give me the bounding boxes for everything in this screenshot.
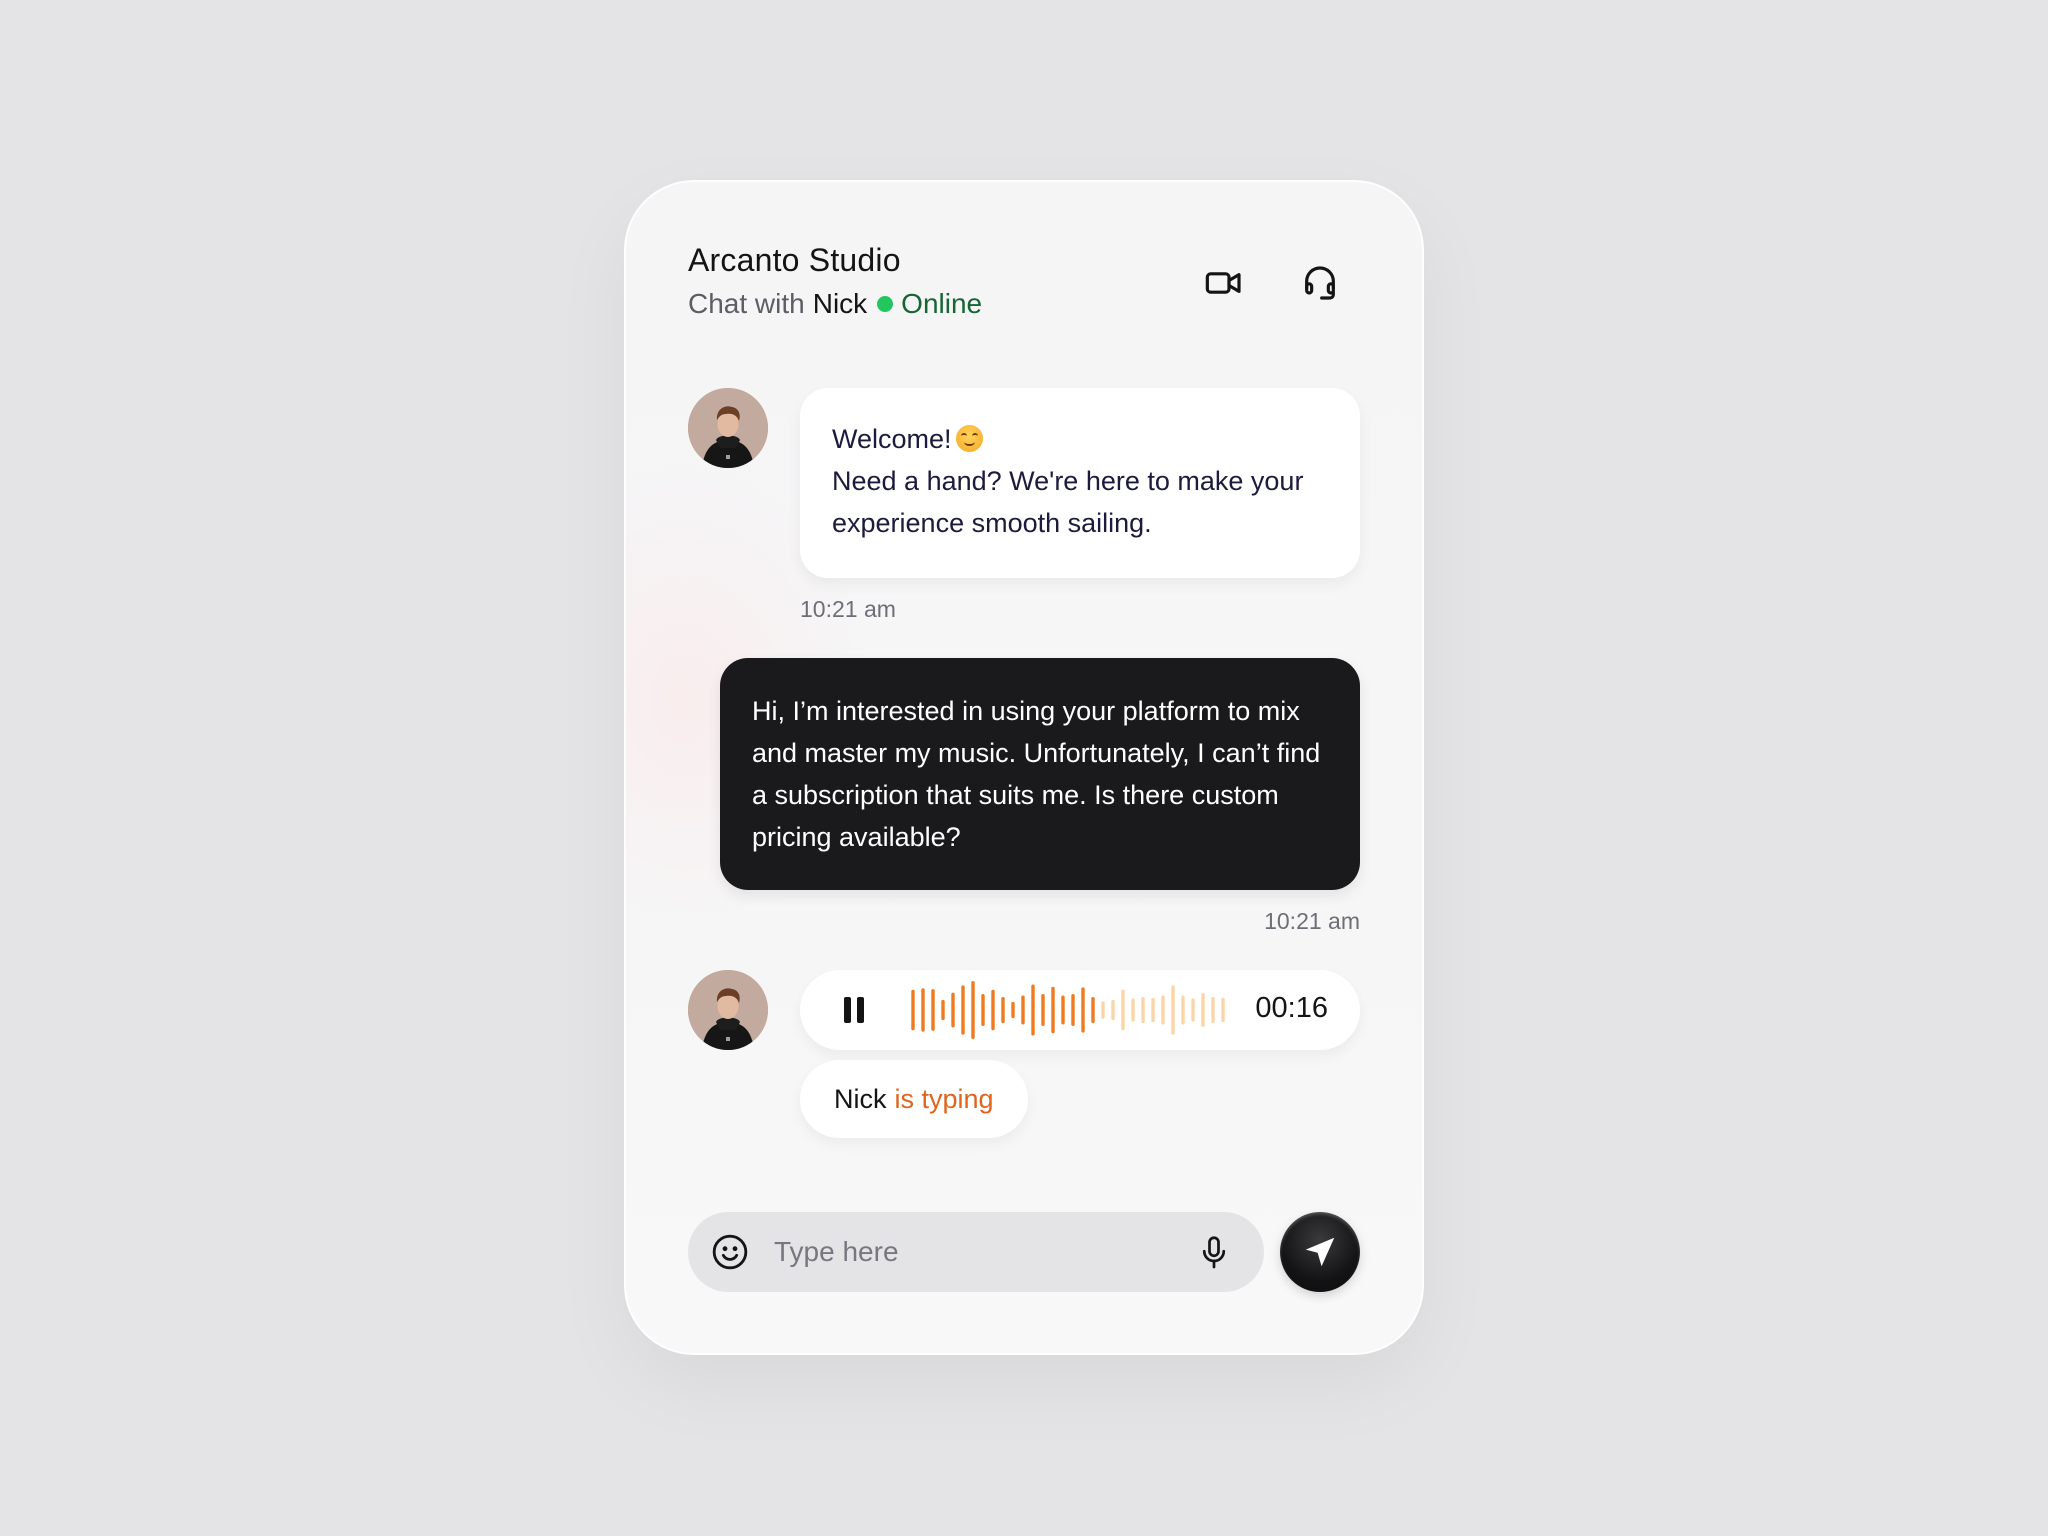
waveform-bar-unplayed (1211, 996, 1215, 1024)
waveform-bar-unplayed (1161, 995, 1165, 1025)
waveform-bar-played (1041, 994, 1045, 1026)
online-status-label: Online (901, 288, 983, 319)
message-bubble-incoming: Welcome! Need a hand? We're here to make… (800, 388, 1360, 578)
subtitle-prefix: Chat with (688, 288, 805, 319)
contact-name: Nick (812, 288, 868, 319)
waveform-bar-played (951, 992, 955, 1028)
smiley-icon (712, 1234, 748, 1270)
waveform-bar-played (931, 989, 935, 1031)
waveform-bar-played (1051, 986, 1055, 1034)
send-arrow-icon (1305, 1237, 1335, 1267)
waveform-bar-played (991, 989, 995, 1031)
waveform-bar-played (981, 994, 985, 1026)
send-button[interactable] (1280, 1212, 1360, 1292)
waveform-bar-played (971, 981, 975, 1039)
waveform-bar-unplayed (1181, 995, 1185, 1025)
message-body: Hi, I’m interested in using your platfor… (752, 696, 1321, 852)
avatar-nick[interactable] (688, 388, 768, 468)
avatar-nick[interactable] (688, 970, 768, 1050)
message-bubble-outgoing: Hi, I’m interested in using your platfor… (720, 658, 1360, 890)
voice-duration: 00:16 (1255, 992, 1328, 1024)
waveform-bar-unplayed (1171, 985, 1175, 1035)
waveform-bar-played (1091, 996, 1095, 1024)
message-text: Welcome! Need a hand? We're here to make… (832, 418, 1342, 544)
pause-button[interactable] (834, 990, 874, 1030)
waveform-bar-played (941, 999, 945, 1021)
waveform-bar-played (961, 985, 965, 1035)
waveform-bar-unplayed (1151, 997, 1155, 1023)
waveform-bar-played (1031, 984, 1035, 1036)
online-status-dot (877, 296, 894, 312)
waveform-bar-unplayed (1201, 993, 1205, 1027)
typing-name: Nick (834, 1083, 887, 1114)
voice-record-button[interactable] (1192, 1230, 1236, 1274)
waveform-bar-unplayed (1221, 997, 1225, 1023)
headset-icon (1305, 266, 1335, 300)
waveform-bar-unplayed (1191, 998, 1195, 1022)
microphone-icon (1202, 1236, 1226, 1269)
audio-waveform[interactable] (908, 980, 1228, 1040)
waveform-bar-played (921, 988, 925, 1032)
smiling-face-emoji-icon (955, 425, 983, 452)
message-timestamp: 10:21 am (800, 596, 896, 622)
message-greeting: Welcome! (832, 424, 952, 454)
waveform-bar-unplayed (1101, 1001, 1105, 1019)
message-body: Need a hand? We're here to make your exp… (832, 466, 1304, 538)
pause-icon-bar (844, 997, 851, 1023)
waveform-bar-unplayed (1111, 999, 1115, 1021)
video-call-button[interactable] (1194, 253, 1254, 313)
avatar-image (688, 388, 768, 468)
waveform-bar-played (1011, 1001, 1015, 1019)
support-call-button[interactable] (1290, 253, 1350, 313)
message-input[interactable] (774, 1236, 1192, 1268)
video-camera-icon (1205, 272, 1241, 294)
waveform-bar-unplayed (1141, 996, 1145, 1024)
chat-widget: Arcanto Studio Chat with Nick Online Wel… (624, 180, 1424, 1355)
waveform-bar-unplayed (1121, 989, 1125, 1031)
waveform-bar-unplayed (1131, 998, 1135, 1022)
waveform-bar-played (1001, 996, 1005, 1024)
waveform-bar-played (911, 989, 915, 1031)
emoji-button[interactable] (708, 1230, 752, 1274)
message-composer (688, 1212, 1264, 1292)
waveform-bar-played (1021, 995, 1025, 1025)
avatar-image (688, 970, 768, 1050)
waveform-bar-played (1071, 994, 1075, 1026)
typing-status: is typing (894, 1083, 994, 1114)
chat-title: Arcanto Studio (688, 242, 901, 278)
typing-indicator: Nick is typing (800, 1060, 1028, 1138)
waveform-bar-played (1061, 995, 1065, 1025)
waveform-bar-played (1081, 987, 1085, 1033)
chat-subtitle: Chat with Nick Online (688, 288, 982, 320)
message-timestamp: 10:21 am (1264, 908, 1360, 934)
pause-icon-bar (857, 997, 864, 1023)
voice-message: 00:16 (800, 970, 1360, 1050)
